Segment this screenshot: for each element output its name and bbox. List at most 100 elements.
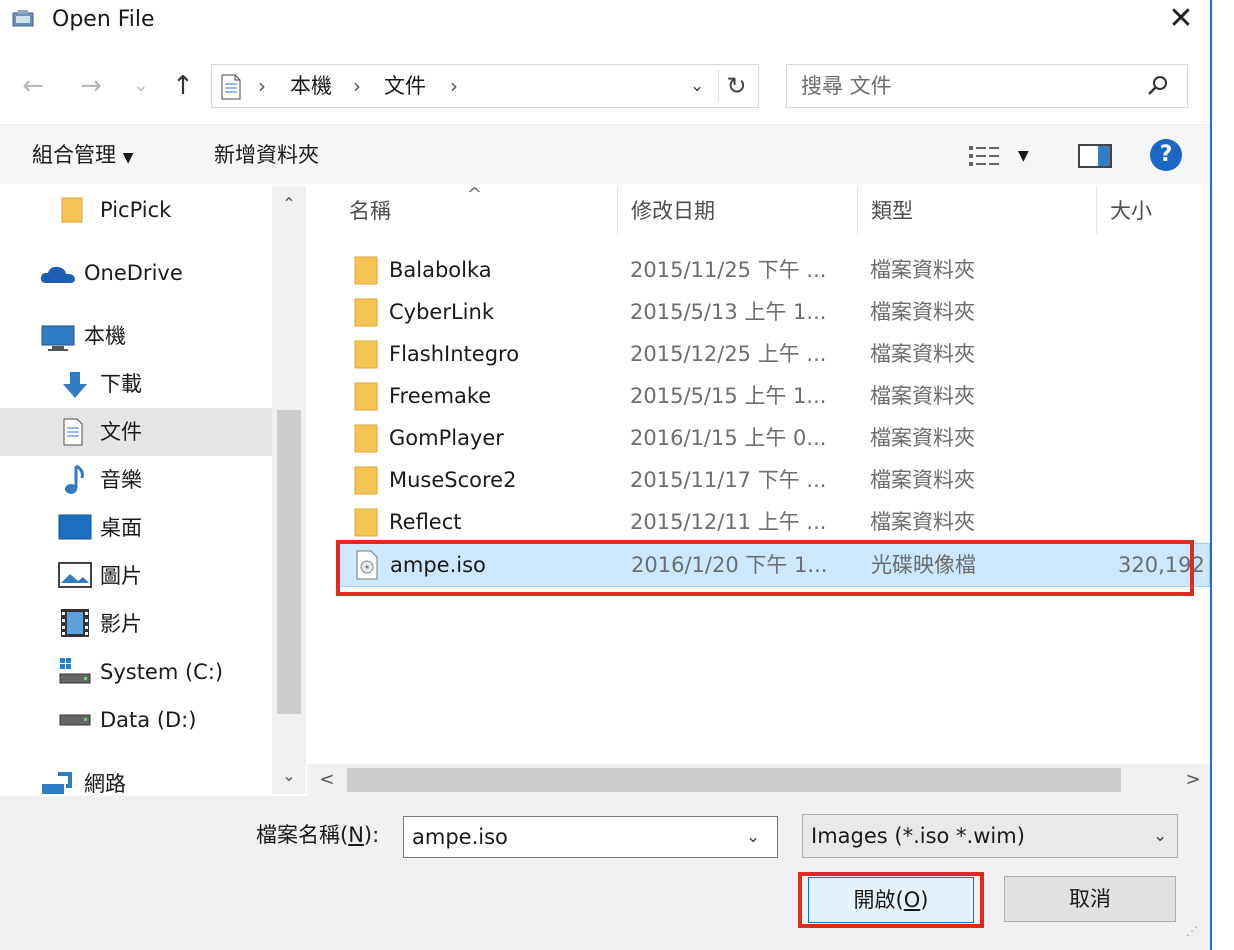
documents-icon	[221, 74, 241, 100]
file-type: 檔案資料夾	[870, 258, 975, 282]
column-header-type[interactable]: 類型	[871, 196, 913, 226]
chevron-down-icon[interactable]: ⌄	[746, 823, 760, 851]
nav-item-downloads[interactable]: 下載	[0, 360, 272, 408]
address-dropdown-button[interactable]: ⌄	[690, 73, 704, 99]
column-divider[interactable]	[857, 186, 858, 234]
filename-label-accesskey: N	[348, 823, 364, 847]
search-input[interactable]	[801, 72, 1121, 100]
filename-input[interactable]	[412, 823, 732, 851]
breadcrumb-separator[interactable]: ›	[450, 73, 458, 99]
nav-item-onedrive[interactable]: OneDrive	[0, 249, 272, 297]
folder-icon	[354, 340, 378, 369]
scrollbar-thumb[interactable]	[277, 410, 301, 714]
breadcrumb-documents[interactable]: 文件	[384, 73, 426, 99]
dialog-footer: 檔案名稱(N): ⌄ Images (*.iso *.wim) ⌄ 開啟(O) …	[0, 796, 1210, 950]
file-type: 檔案資料夾	[870, 426, 975, 450]
sort-ascending-icon: ^	[467, 186, 483, 205]
column-header-row: ^ 名稱 修改日期 類型 大小	[307, 186, 1210, 234]
file-type-value: Images (*.iso *.wim)	[811, 824, 1025, 848]
breadcrumb-separator[interactable]: ›	[353, 73, 361, 99]
desktop-icon	[58, 514, 92, 540]
navigation-pane-scrollbar[interactable]: ⌃ ⌄	[272, 186, 306, 794]
resize-grip-icon[interactable]: ⋰	[1186, 924, 1198, 938]
annotation-highlight-open-button	[798, 872, 984, 928]
download-icon	[63, 372, 87, 398]
file-type: 檔案資料夾	[870, 468, 975, 492]
column-header-date[interactable]: 修改日期	[631, 196, 715, 226]
folder-icon	[354, 424, 378, 453]
search-icon[interactable]	[1147, 75, 1169, 97]
file-type: 檔案資料夾	[870, 342, 975, 366]
nav-item-documents[interactable]: 文件	[0, 408, 272, 456]
nav-item-picpick[interactable]: PicPick	[0, 186, 272, 234]
scroll-down-button[interactable]: ⌄	[272, 764, 306, 788]
close-button[interactable]: ✕	[1163, 2, 1199, 36]
drive-icon	[59, 714, 91, 726]
scroll-right-button[interactable]: >	[1181, 766, 1205, 794]
preview-pane-icon[interactable]	[1078, 144, 1112, 168]
scrollbar-thumb[interactable]	[347, 768, 1121, 792]
file-row[interactable]: CyberLink 2015/5/13 上午 1... 檔案資料夾	[337, 291, 1217, 333]
file-row[interactable]: Reflect 2015/12/11 上午 ... 檔案資料夾	[337, 501, 1217, 543]
scroll-up-button[interactable]: ⌃	[272, 192, 306, 216]
file-name: MuseScore2	[389, 468, 517, 492]
nav-item-data-d[interactable]: Data (D:)	[0, 696, 272, 744]
folder-icon	[354, 382, 378, 411]
organize-button[interactable]: 組合管理 ▼	[32, 141, 133, 172]
file-date: 2015/12/11 上午 ...	[630, 510, 827, 534]
nav-item-system-c[interactable]: System (C:)	[0, 648, 272, 696]
nav-item-desktop[interactable]: 桌面	[0, 504, 272, 552]
breadcrumb-separator[interactable]: ›	[258, 73, 266, 99]
new-folder-button[interactable]: 新增資料夾	[214, 141, 319, 169]
file-type-select[interactable]: Images (*.iso *.wim) ⌄	[802, 814, 1178, 858]
window-title: Open File	[52, 7, 155, 32]
nav-item-label: 桌面	[100, 516, 142, 540]
breadcrumb-this-pc[interactable]: 本機	[290, 73, 332, 99]
change-view-button[interactable]: ▼	[968, 142, 1042, 170]
chevron-down-icon: ▼	[122, 150, 134, 166]
file-row[interactable]: FlashIntegro 2015/12/25 上午 ... 檔案資料夾	[337, 333, 1217, 375]
nav-item-label: System (C:)	[100, 660, 224, 684]
network-icon	[42, 772, 72, 794]
column-divider[interactable]	[1096, 186, 1097, 234]
file-row[interactable]: Freemake 2015/5/15 上午 1... 檔案資料夾	[337, 375, 1217, 417]
column-header-name[interactable]: 名稱	[349, 196, 391, 226]
nav-item-label: OneDrive	[84, 261, 183, 285]
nav-item-pictures[interactable]: 圖片	[0, 552, 272, 600]
folder-icon	[354, 466, 378, 495]
nav-item-videos[interactable]: 影片	[0, 600, 272, 648]
up-button[interactable]: ↑	[168, 68, 198, 104]
nav-item-network[interactable]: 網路	[0, 760, 272, 794]
file-row[interactable]: GomPlayer 2016/1/15 上午 0... 檔案資料夾	[337, 417, 1217, 459]
address-bar[interactable]: › 本機 › 文件 › ⌄ ↻	[211, 64, 759, 108]
filename-combobox[interactable]: ⌄	[403, 816, 778, 858]
column-divider[interactable]	[617, 186, 618, 234]
nav-item-music[interactable]: 音樂	[0, 456, 272, 504]
file-name: CyberLink	[389, 300, 494, 324]
file-date: 2015/11/25 下午 ...	[630, 258, 827, 282]
file-row[interactable]: MuseScore2 2015/11/17 下午 ... 檔案資料夾	[337, 459, 1217, 501]
refresh-button[interactable]: ↻	[718, 70, 754, 102]
file-date: 2015/5/15 上午 1...	[630, 384, 827, 408]
search-box[interactable]	[786, 64, 1188, 108]
forward-button[interactable]: →	[76, 68, 106, 104]
cancel-button[interactable]: 取消	[1004, 876, 1176, 922]
filename-label: 檔案名稱(N):	[256, 820, 379, 850]
scroll-left-button[interactable]: <	[315, 766, 339, 794]
file-name: GomPlayer	[389, 426, 504, 450]
file-name: Freemake	[389, 384, 492, 408]
column-header-size[interactable]: 大小	[1110, 196, 1152, 226]
back-button[interactable]: ←	[18, 68, 48, 104]
file-type: 檔案資料夾	[870, 510, 975, 534]
folder-icon	[354, 508, 378, 537]
computer-icon	[41, 325, 75, 351]
nav-item-this-pc[interactable]: 本機	[0, 312, 272, 360]
nav-item-label: 文件	[100, 420, 142, 444]
recent-locations-button[interactable]: ⌄	[126, 68, 156, 104]
file-list-horizontal-scrollbar[interactable]: < >	[307, 764, 1210, 796]
folder-icon	[354, 256, 378, 285]
help-icon[interactable]: ?	[1150, 139, 1182, 171]
file-date: 2015/12/25 上午 ...	[630, 342, 827, 366]
file-row[interactable]: Balabolka 2015/11/25 下午 ... 檔案資料夾	[337, 249, 1217, 291]
nav-item-label: PicPick	[100, 198, 172, 222]
